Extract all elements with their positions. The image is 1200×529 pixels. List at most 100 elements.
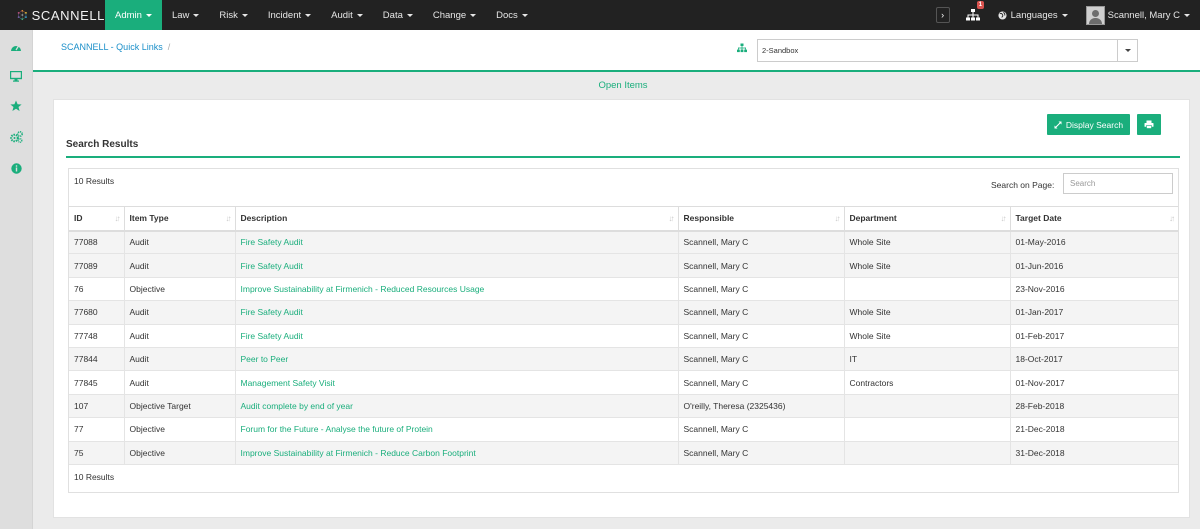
cell-responsible: Scannell, Mary C [678, 441, 845, 465]
cell-target-date: 23-Nov-2016 [1010, 277, 1178, 302]
caret-down-icon [406, 13, 413, 17]
column-header-label: Item Type [129, 213, 169, 224]
display-search-label: Display Search [1065, 119, 1124, 130]
cell-item-type: Objective Target [124, 394, 236, 419]
description-link[interactable]: Fire Safety Audit [241, 307, 303, 317]
search-input[interactable] [1063, 173, 1173, 194]
cell-item-type: Audit [124, 253, 236, 278]
open-items-link[interactable]: Open Items [598, 80, 647, 91]
menu-docs[interactable]: Docs [486, 0, 538, 30]
network-logo-icon [17, 9, 27, 21]
cell-target-date: 21-Dec-2018 [1010, 417, 1178, 442]
section-title: Search Results [66, 139, 139, 150]
table-row: 77845 Audit Management Safety Visit Scan… [69, 370, 1178, 395]
monitor-icon[interactable] [9, 69, 23, 83]
description-link[interactable]: Peer to Peer [241, 354, 289, 364]
menu-risk[interactable]: Risk [209, 0, 257, 30]
search-results-panel: Display Search Search Results 10 Results… [53, 99, 1190, 518]
caret-down-icon [1061, 13, 1068, 17]
sort-icon: ↓↑ [1000, 214, 1007, 223]
cell-responsible: Scannell, Mary C [678, 253, 845, 278]
breadcrumb-quick-links[interactable]: SCANNELL - Quick Links [61, 42, 163, 52]
cell-department: Whole Site [844, 324, 1011, 348]
cell-item-type: Audit [124, 230, 236, 255]
column-header-label: Department [849, 213, 897, 224]
cell-department: Whole Site [844, 230, 1011, 255]
expand-arrows-icon [1054, 121, 1062, 128]
brand[interactable]: SCANNELL [0, 0, 105, 30]
cell-department: Whole Site [844, 300, 1011, 325]
cell-id: 76 [69, 277, 125, 302]
cell-id: 77089 [69, 253, 125, 278]
menu-data-label: Data [382, 9, 403, 21]
user-menu[interactable]: Scannell, Mary C [1085, 5, 1190, 25]
print-button[interactable] [1137, 114, 1161, 135]
menu-law[interactable]: Law [162, 0, 209, 30]
table-row: 77 Objective Forum for the Future - Anal… [69, 417, 1178, 442]
menu-admin[interactable]: Admin [105, 0, 162, 30]
cell-description: Fire Safety Audit [235, 253, 679, 278]
cell-responsible: O'reilly, Theresa (2325436) [678, 394, 845, 419]
cell-department: Contractors [844, 370, 1011, 395]
notifications-button[interactable]: 1 [965, 1, 984, 22]
table-row: 77680 Audit Fire Safety Audit Scannell, … [69, 300, 1178, 325]
column-header-department[interactable]: Department ↓↑ [844, 206, 1011, 232]
right-nav: › 1 Languages Scannell, Mary C [935, 0, 1200, 30]
menu-data[interactable]: Data [373, 0, 423, 30]
description-link[interactable]: Improve Sustainability at Firmenich - Re… [241, 448, 476, 458]
cell-responsible: Scannell, Mary C [678, 370, 845, 395]
description-link[interactable]: Forum for the Future - Analyse the futur… [241, 424, 433, 434]
description-link[interactable]: Audit complete by end of year [241, 401, 353, 411]
menu-audit[interactable]: Audit [321, 0, 373, 30]
menu-change[interactable]: Change [423, 0, 486, 30]
caret-down-icon [305, 13, 312, 17]
table-row: 77089 Audit Fire Safety Audit Scannell, … [69, 253, 1178, 278]
results-table: ID ↓↑ Item Type ↓↑ Description ↓↑ Responsib… [69, 206, 1178, 465]
info-icon[interactable] [9, 161, 23, 175]
cell-target-date: 01-Nov-2017 [1010, 370, 1178, 395]
caret-down-icon [193, 13, 200, 17]
languages-menu[interactable]: Languages [998, 10, 1068, 21]
notification-count-badge: 1 [977, 1, 984, 9]
sort-icon: ↓↑ [834, 214, 841, 223]
cell-description: Peer to Peer [235, 347, 679, 372]
column-header-id[interactable]: ID ↓↑ [69, 206, 125, 232]
environment-select[interactable]: 2-Sandbox [757, 39, 1138, 62]
description-link[interactable]: Improve Sustainability at Firmenich - Re… [241, 284, 485, 294]
globe-icon [998, 10, 1007, 20]
menu-law-label: Law [171, 9, 190, 21]
star-icon[interactable] [9, 99, 23, 113]
breadcrumb: SCANNELL - Quick Links / [61, 42, 170, 52]
cell-description: Fire Safety Audit [235, 324, 679, 348]
display-search-button[interactable]: Display Search [1047, 114, 1130, 135]
environment-value: 2-Sandbox [762, 46, 799, 55]
description-link[interactable]: Fire Safety Audit [241, 261, 303, 271]
description-link[interactable]: Management Safety Visit [241, 378, 335, 388]
table-row: 77748 Audit Fire Safety Audit Scannell, … [69, 324, 1178, 348]
dashboard-icon[interactable] [9, 40, 23, 54]
column-header-label: Description [240, 213, 288, 224]
cell-description: Forum for the Future - Analyse the futur… [235, 417, 679, 442]
cell-target-date: 18-Oct-2017 [1010, 347, 1178, 372]
description-link[interactable]: Fire Safety Audit [241, 331, 303, 341]
column-header-responsible[interactable]: Responsible ↓↑ [678, 206, 845, 232]
dropdown-toggle[interactable] [1117, 40, 1137, 61]
description-link[interactable]: Fire Safety Audit [241, 237, 303, 247]
menu-incident-label: Incident [267, 9, 302, 21]
cogs-icon[interactable] [9, 130, 23, 144]
languages-label: Languages [1010, 9, 1058, 21]
column-header-description[interactable]: Description ↓↑ [235, 206, 679, 232]
cell-item-type: Objective [124, 277, 236, 302]
expand-button[interactable]: › [935, 7, 950, 23]
menu-change-label: Change [432, 9, 467, 21]
cell-description: Fire Safety Audit [235, 230, 679, 255]
menu-risk-label: Risk [219, 9, 238, 21]
results-table-container: 10 Results Search on Page: ID ↓↑ Item Typ… [68, 168, 1179, 493]
column-header-item-type[interactable]: Item Type ↓↑ [124, 206, 236, 232]
cell-item-type: Audit [124, 347, 236, 372]
menu-incident[interactable]: Incident [258, 0, 321, 30]
column-header-target-date[interactable]: Target Date ↓↑ [1010, 206, 1178, 232]
table-row: 76 Objective Improve Sustainability at F… [69, 277, 1178, 302]
left-sidebar [0, 30, 33, 529]
menu-audit-label: Audit [331, 9, 353, 21]
